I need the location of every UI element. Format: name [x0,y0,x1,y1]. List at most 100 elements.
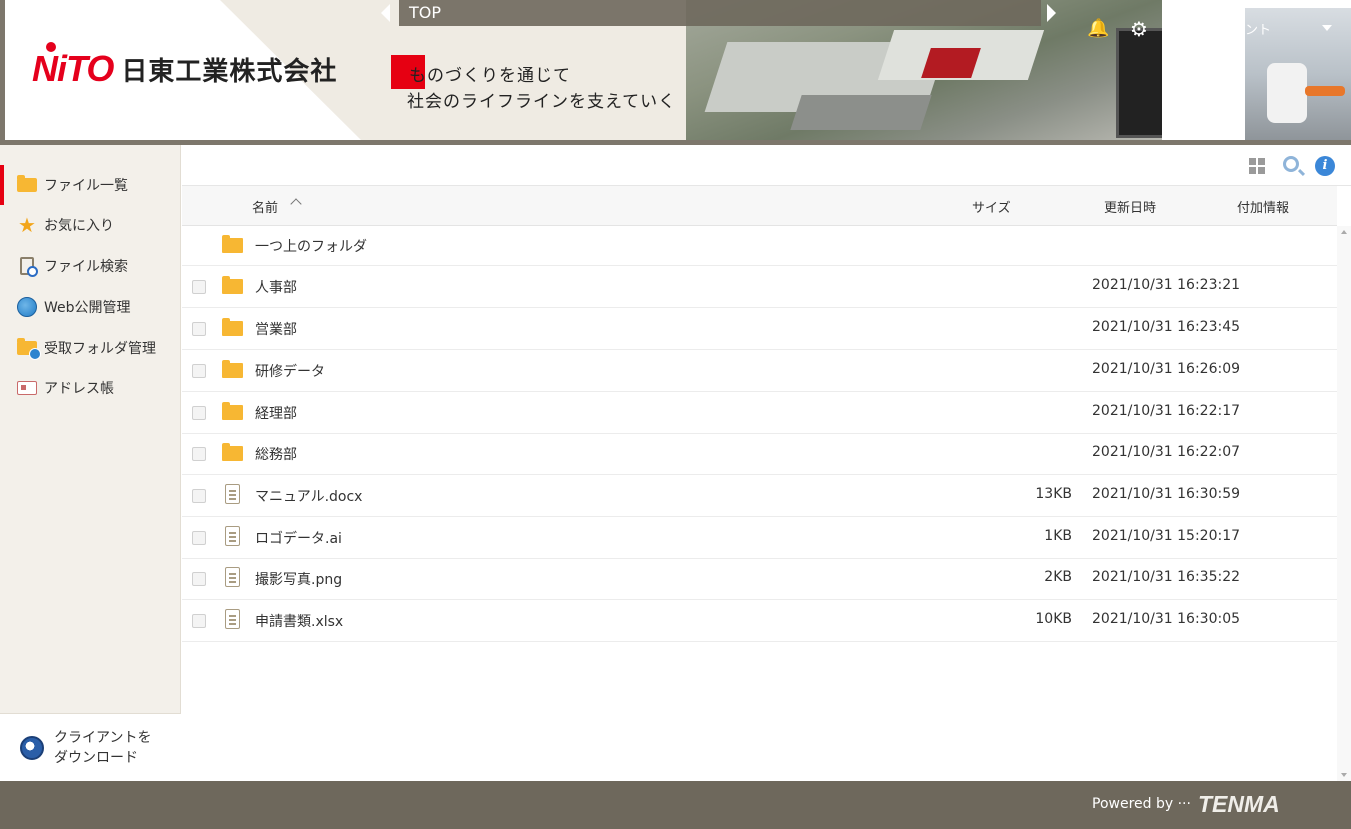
tenma-logo: TENMA [1198,791,1280,817]
bell-icon[interactable]: 🔔 [1087,18,1109,39]
scroll-up-icon[interactable] [1341,230,1347,234]
document-icon [225,567,240,587]
folder-icon [222,235,243,253]
breadcrumb-top[interactable]: TOP [409,3,441,22]
row-size: 13KB [1035,486,1072,502]
row-updated: 2021/10/31 16:35:22 [1092,569,1241,585]
row-updated: 2021/10/31 16:23:45 [1092,319,1241,335]
sidebar-item-address-book[interactable]: アドレス帳 [0,368,181,408]
document-icon [225,526,240,546]
row-updated: 2021/10/31 16:30:59 [1092,486,1241,502]
row-updated: 2021/10/31 15:20:17 [1092,528,1241,544]
row-size: 2KB [1044,569,1072,585]
row-name: 撮影写真.png [255,572,343,588]
row-size: 10KB [1035,611,1072,627]
download-client-label: クライアントを ダウンロード [54,728,151,768]
star-icon: ★ [18,213,36,237]
globe-icon [16,296,38,318]
table-header: 名前 サイズ 更新日時 付加情報 [182,186,1337,226]
download-client-icon [20,735,44,760]
row-name: 申請書類.xlsx [255,614,344,630]
table-row[interactable]: ロゴデータ.ai 1KB 2021/10/31 15:20:17 [182,517,1337,559]
sidebar-item-label: アドレス帳 [44,381,114,397]
row-checkbox[interactable] [192,614,206,628]
sidebar-item-label: お気に入り [44,218,114,234]
sidebar-item-web-publish[interactable]: Web公開管理 [0,287,181,327]
download-client-button[interactable]: クライアントを ダウンロード [0,713,181,781]
folder-icon [222,318,243,336]
download-label-line-2: ダウンロード [54,749,138,766]
sidebar-item-label: ファイル一覧 [44,178,128,194]
row-checkbox[interactable] [192,322,206,336]
row-name: 総務部 [255,447,297,463]
account-menu[interactable]: マイアカウント [1180,19,1271,38]
sidebar-item-label: Web公開管理 [44,300,131,316]
row-checkbox[interactable] [192,406,206,420]
row-name: 人事部 [255,280,297,296]
row-updated: 2021/10/31 16:23:21 [1092,277,1241,293]
column-header-extra[interactable]: 付加情報 [1237,197,1289,216]
logo-mark: NiTO [32,42,114,90]
column-header-name[interactable]: 名前 [252,197,278,216]
row-name: 営業部 [255,322,297,338]
nav-back-arrow-icon[interactable] [381,4,390,22]
sidebar-item-favorites[interactable]: ★ お気に入り [0,205,181,245]
sidebar-item-receive-folder[interactable]: 受取フォルダ管理 [0,328,181,368]
row-checkbox[interactable] [192,531,206,545]
row-updated: 2021/10/31 16:30:05 [1092,611,1241,627]
gear-icon[interactable]: ⚙ [1130,17,1148,41]
chevron-down-icon[interactable] [1322,25,1332,31]
row-checkbox[interactable] [192,572,206,586]
row-checkbox[interactable] [192,447,206,461]
logo-mark-text: NiTO [32,48,114,89]
search-icon[interactable] [1283,156,1299,172]
nav-forward-arrow-icon[interactable] [1047,4,1056,22]
folder-icon [222,276,243,294]
table-row[interactable]: 経理部 2021/10/31 16:22:17 [182,392,1337,434]
row-checkbox[interactable] [192,489,206,503]
table-row[interactable]: 人事部 2021/10/31 16:23:21 [182,266,1337,308]
download-label-line-1: クライアントを [54,729,152,746]
folder-globe-icon [16,337,41,360]
row-updated: 2021/10/31 16:22:07 [1092,444,1241,460]
sidebar-item-label: ファイル検索 [44,259,128,275]
file-search-icon [16,255,38,277]
header-banner: NiTO 日東工業株式会社 ものづくりを通じて 社会のライフラインを支えていく … [0,0,1351,140]
vertical-scrollbar[interactable] [1337,226,1351,781]
slogan: ものづくりを通じて 社会のライフラインを支えていく [391,55,676,115]
sidebar-item-file-search[interactable]: ファイル検索 [0,246,181,286]
table-row[interactable]: 申請書類.xlsx 10KB 2021/10/31 16:30:05 [182,600,1337,642]
folder-icon [16,174,38,196]
column-header-updated[interactable]: 更新日時 [1104,197,1156,216]
scroll-down-icon[interactable] [1341,773,1347,777]
row-checkbox[interactable] [192,364,206,378]
sidebar-item-file-list[interactable]: ファイル一覧 [0,165,181,205]
sort-ascending-icon[interactable] [290,198,302,210]
banner-left-bar [0,0,5,140]
folder-icon [222,360,243,378]
parent-folder-row[interactable]: 一つ上のフォルダ [182,226,1337,266]
row-checkbox[interactable] [192,280,206,294]
table-row[interactable]: 営業部 2021/10/31 16:23:45 [182,308,1337,350]
row-size: 1KB [1044,528,1072,544]
table-row[interactable]: マニュアル.docx 13KB 2021/10/31 16:30:59 [182,475,1337,517]
table-row[interactable]: 総務部 2021/10/31 16:22:07 [182,433,1337,475]
table-row[interactable]: 撮影写真.png 2KB 2021/10/31 16:35:22 [182,558,1337,600]
row-name: ロゴデータ.ai [255,531,342,547]
address-card-icon [16,377,38,399]
column-header-size[interactable]: サイズ [972,197,1011,216]
company-name: 日東工業株式会社 [121,56,338,87]
document-icon [225,609,240,629]
powered-by-label: Powered by ··· [1092,796,1191,812]
sidebar-item-label: 受取フォルダ管理 [44,341,156,357]
file-toolbar: i [182,145,1351,186]
grid-view-icon[interactable] [1249,158,1265,174]
row-updated: 2021/10/31 16:22:17 [1092,403,1241,419]
row-name: 研修データ [255,364,325,380]
folder-icon [222,402,243,420]
sidebar: ファイル一覧 ★ お気に入り ファイル検索 Web公開管理 受取フォルダ管理 ア… [0,145,181,781]
table-row[interactable]: 研修データ 2021/10/31 16:26:09 [182,350,1337,392]
folder-icon [222,443,243,461]
info-icon[interactable]: i [1315,156,1335,176]
parent-folder-label: 一つ上のフォルダ [255,239,367,255]
